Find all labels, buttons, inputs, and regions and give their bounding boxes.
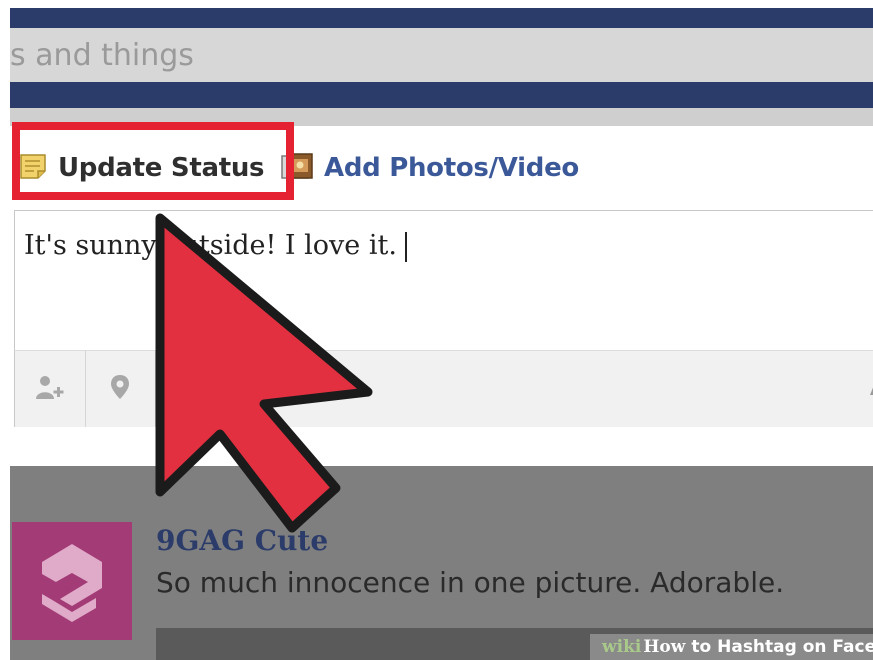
arrow-pointer-icon (155, 213, 373, 533)
screenshot: s and things Update Status Add Photos/Vi… (0, 0, 873, 660)
